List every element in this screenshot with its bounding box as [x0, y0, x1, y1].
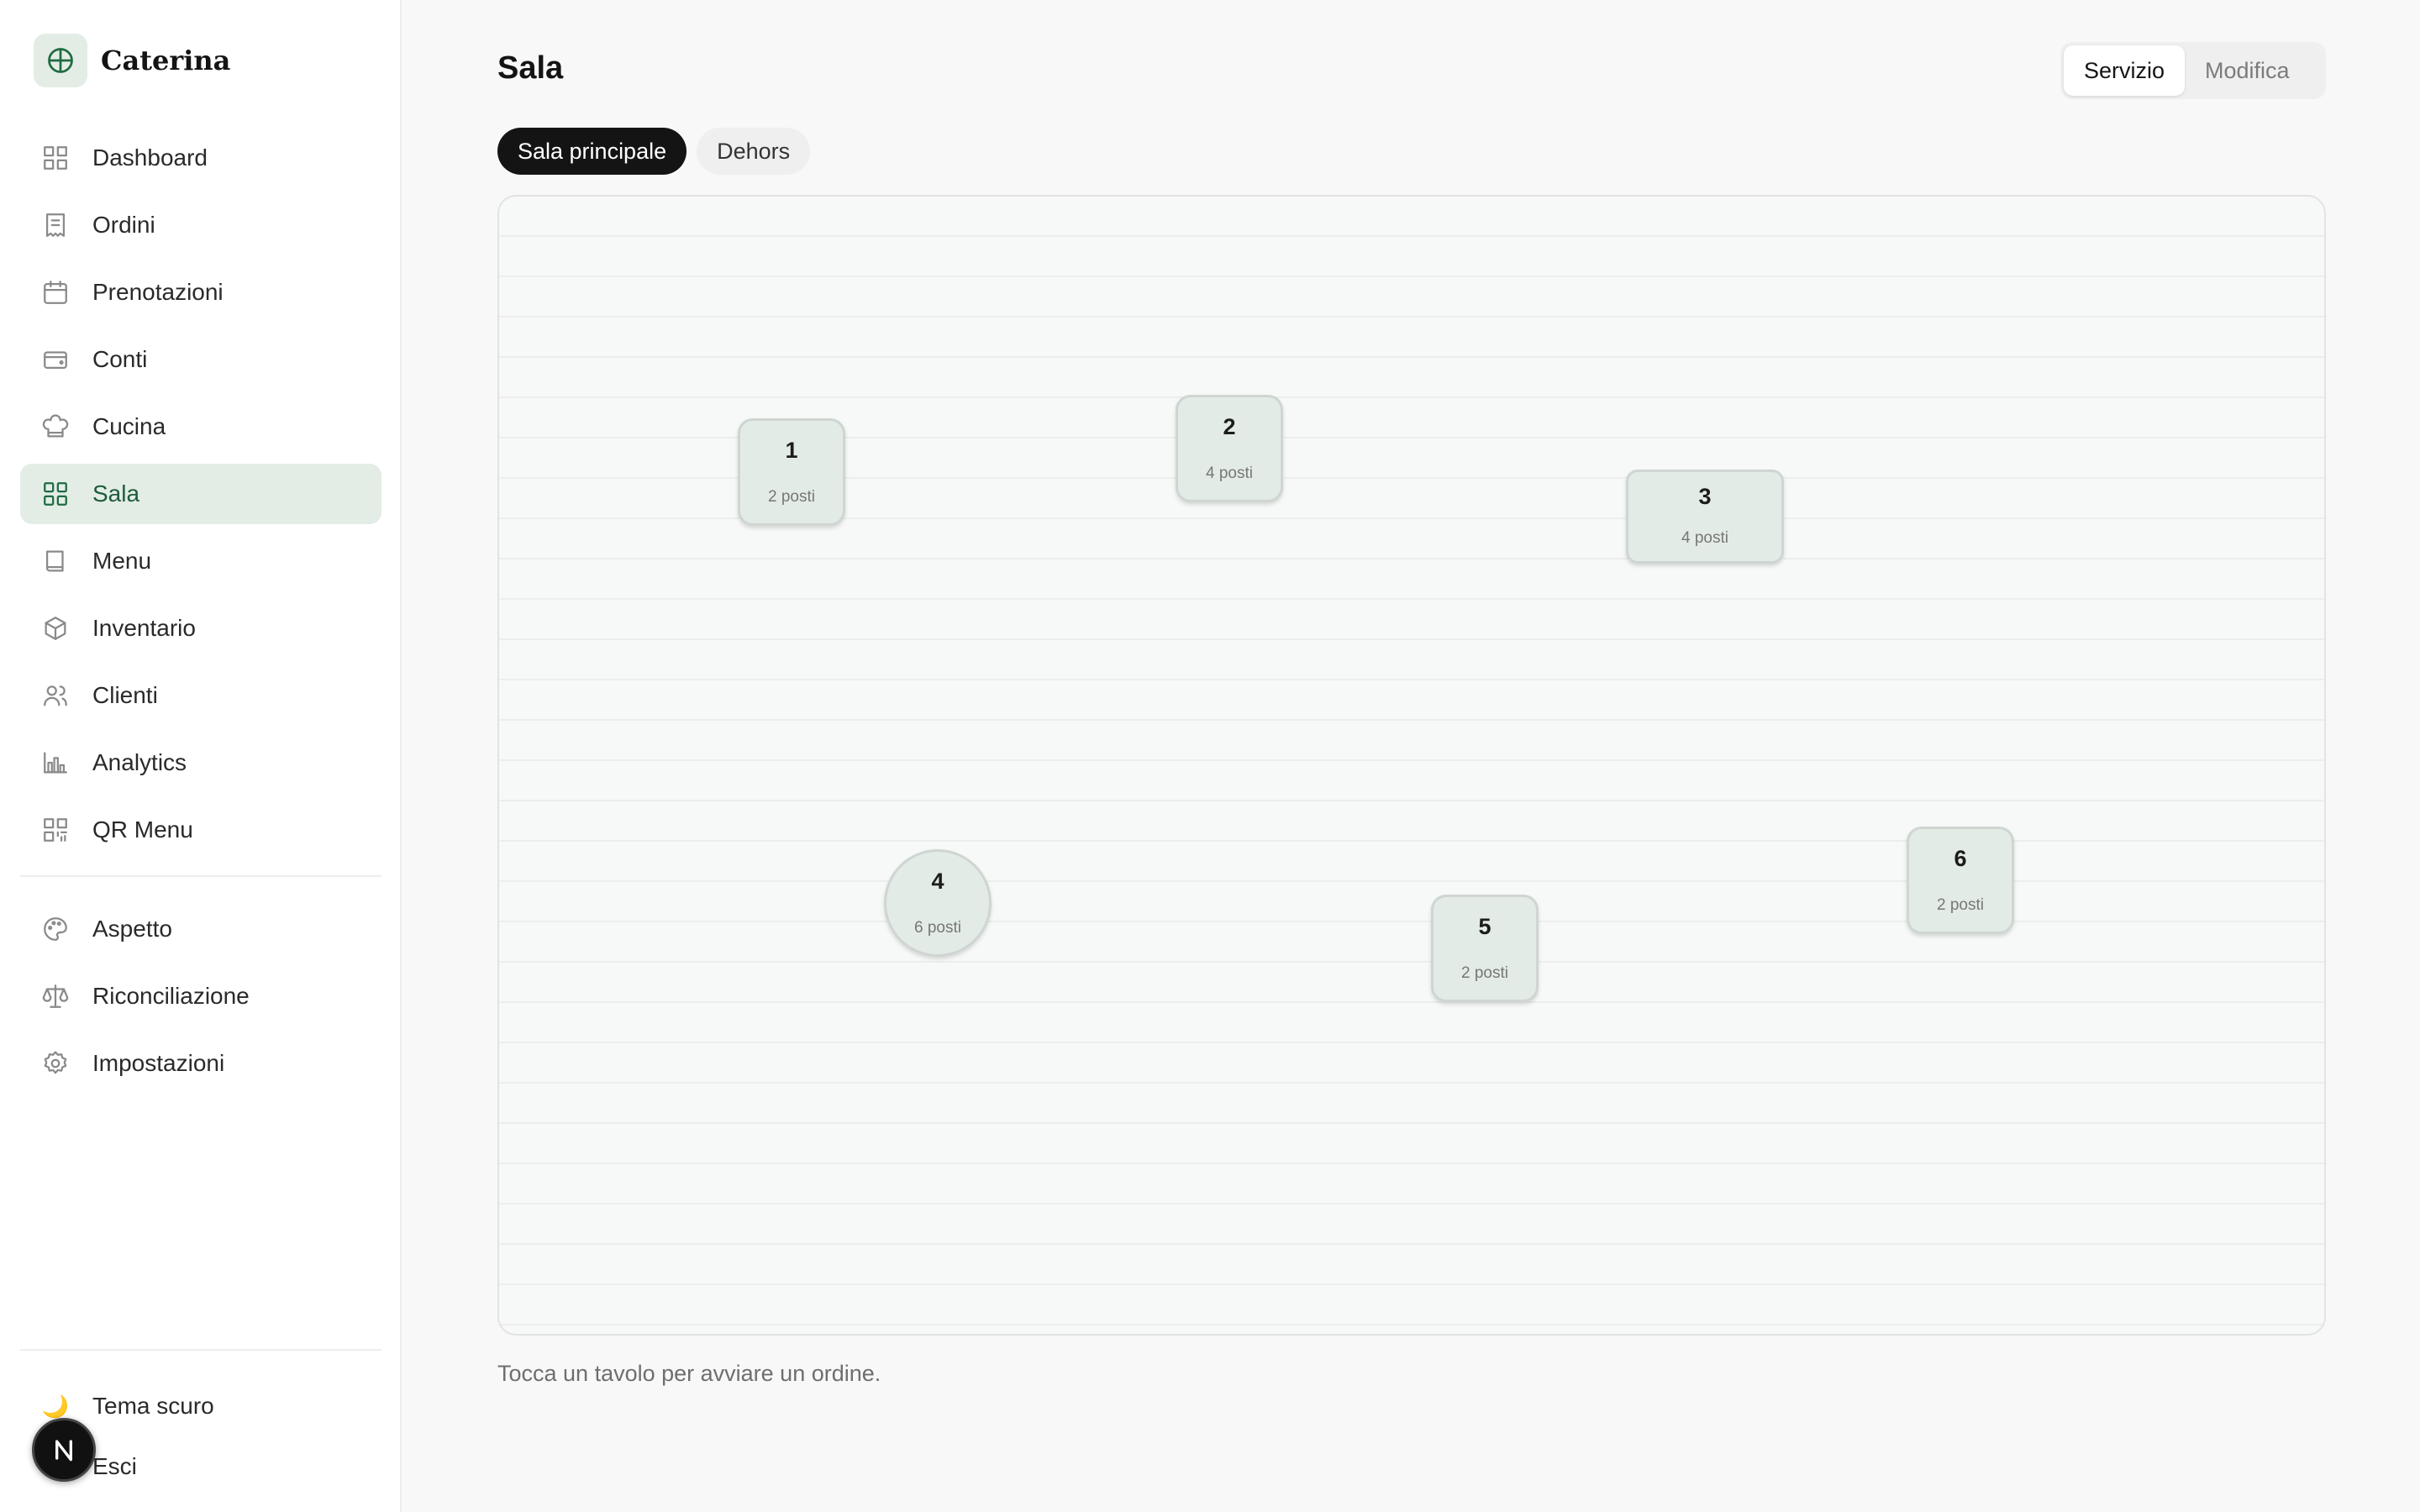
dashboard-icon	[40, 143, 71, 173]
sidebar-item-label: Menu	[92, 548, 152, 574]
logout-label: Esci	[92, 1453, 137, 1479]
sidebar-item-conti[interactable]: Conti	[20, 329, 381, 390]
nav-divider	[20, 875, 381, 877]
main-nav: Dashboard Ordini Prenotazioni Conti Cuci…	[20, 128, 381, 1100]
table-number: 3	[1698, 484, 1712, 509]
table-2[interactable]: 2 4 posti	[1176, 395, 1283, 502]
palette-icon	[40, 914, 71, 944]
sidebar-item-qr-menu[interactable]: QR Menu	[20, 800, 381, 860]
table-number: 2	[1223, 414, 1236, 439]
moon-icon: 🌙	[41, 1393, 70, 1419]
sidebar-item-label: Inventario	[92, 615, 196, 641]
table-4[interactable]: 4 6 posti	[884, 849, 992, 957]
tab-dehors[interactable]: Dehors	[697, 128, 811, 175]
calendar-icon	[40, 277, 71, 307]
n-logo-icon	[55, 1440, 73, 1462]
sidebar-item-menu[interactable]: Menu	[20, 531, 381, 591]
sidebar-item-clienti[interactable]: Clienti	[20, 665, 381, 726]
dev-tools-badge[interactable]	[32, 1418, 96, 1482]
sidebar-item-label: Ordini	[92, 212, 155, 238]
sidebar-item-riconciliazione[interactable]: Riconciliazione	[20, 966, 381, 1026]
box-icon	[40, 613, 71, 643]
floor-hint: Tocca un tavolo per avviare un ordine.	[497, 1361, 881, 1386]
table-6[interactable]: 6 2 posti	[1907, 827, 2014, 934]
table-number: 4	[931, 869, 944, 894]
mode-servizio-button[interactable]: Servizio	[2064, 45, 2186, 96]
sidebar-item-label: Riconciliazione	[92, 983, 250, 1009]
sidebar-item-prenotazioni[interactable]: Prenotazioni	[20, 262, 381, 323]
table-seats: 4 posti	[1681, 529, 1728, 547]
table-number: 6	[1954, 846, 1967, 871]
sidebar-item-label: Aspetto	[92, 916, 172, 942]
floor-plan: 1 2 posti 2 4 posti 3 4 posti 4 6 posti …	[497, 195, 2326, 1336]
gear-icon	[40, 1048, 71, 1079]
sidebar-item-label: Cucina	[92, 413, 166, 439]
book-icon	[40, 546, 71, 576]
brand-name: Caterina	[101, 45, 231, 76]
dark-theme-label: Tema scuro	[92, 1393, 214, 1419]
sidebar-item-label: Prenotazioni	[92, 279, 224, 305]
sidebar: Caterina Dashboard Ordini Prenotazioni C…	[0, 0, 402, 1512]
sidebar-item-label: QR Menu	[92, 816, 193, 843]
table-number: 1	[785, 438, 798, 463]
grid-icon	[40, 479, 71, 509]
table-seats: 4 posti	[1206, 465, 1253, 482]
sidebar-item-label: Conti	[92, 346, 148, 372]
wallet-icon	[40, 344, 71, 375]
sidebar-item-impostazioni[interactable]: Impostazioni	[20, 1033, 381, 1094]
table-3[interactable]: 3 4 posti	[1626, 470, 1784, 564]
brand[interactable]: Caterina	[34, 34, 230, 87]
sidebar-item-label: Dashboard	[92, 144, 208, 171]
sidebar-item-label: Impostazioni	[92, 1050, 225, 1076]
room-tabs: Sala principale Dehors	[497, 128, 811, 175]
sidebar-item-label: Analytics	[92, 749, 187, 775]
table-1[interactable]: 1 2 posti	[738, 418, 845, 526]
globe-icon	[34, 34, 87, 87]
sidebar-item-aspetto[interactable]: Aspetto	[20, 899, 381, 959]
users-icon	[40, 680, 71, 711]
chef-hat-icon	[40, 412, 71, 442]
table-number: 5	[1478, 914, 1491, 939]
receipt-icon	[40, 210, 71, 240]
sidebar-item-ordini[interactable]: Ordini	[20, 195, 381, 255]
table-seats: 2 posti	[1461, 964, 1508, 982]
bar-chart-icon	[40, 748, 71, 778]
sidebar-item-dashboard[interactable]: Dashboard	[20, 128, 381, 188]
sidebar-item-cucina[interactable]: Cucina	[20, 396, 381, 457]
table-seats: 6 posti	[914, 919, 961, 937]
sidebar-item-sala[interactable]: Sala	[20, 464, 381, 524]
table-5[interactable]: 5 2 posti	[1431, 895, 1539, 1002]
table-seats: 2 posti	[768, 488, 815, 506]
mode-modifica-button[interactable]: Modifica	[2185, 45, 2310, 96]
sidebar-item-analytics[interactable]: Analytics	[20, 732, 381, 793]
page-title: Sala	[497, 50, 564, 86]
table-seats: 2 posti	[1937, 896, 1984, 914]
scale-icon	[40, 981, 71, 1011]
qr-code-icon	[40, 815, 71, 845]
tab-sala-principale[interactable]: Sala principale	[497, 128, 687, 175]
sidebar-item-label: Sala	[92, 480, 140, 507]
sidebar-item-label: Clienti	[92, 682, 158, 708]
sidebar-item-inventario[interactable]: Inventario	[20, 598, 381, 659]
mode-toggle: Servizio Modifica	[2060, 42, 2326, 99]
